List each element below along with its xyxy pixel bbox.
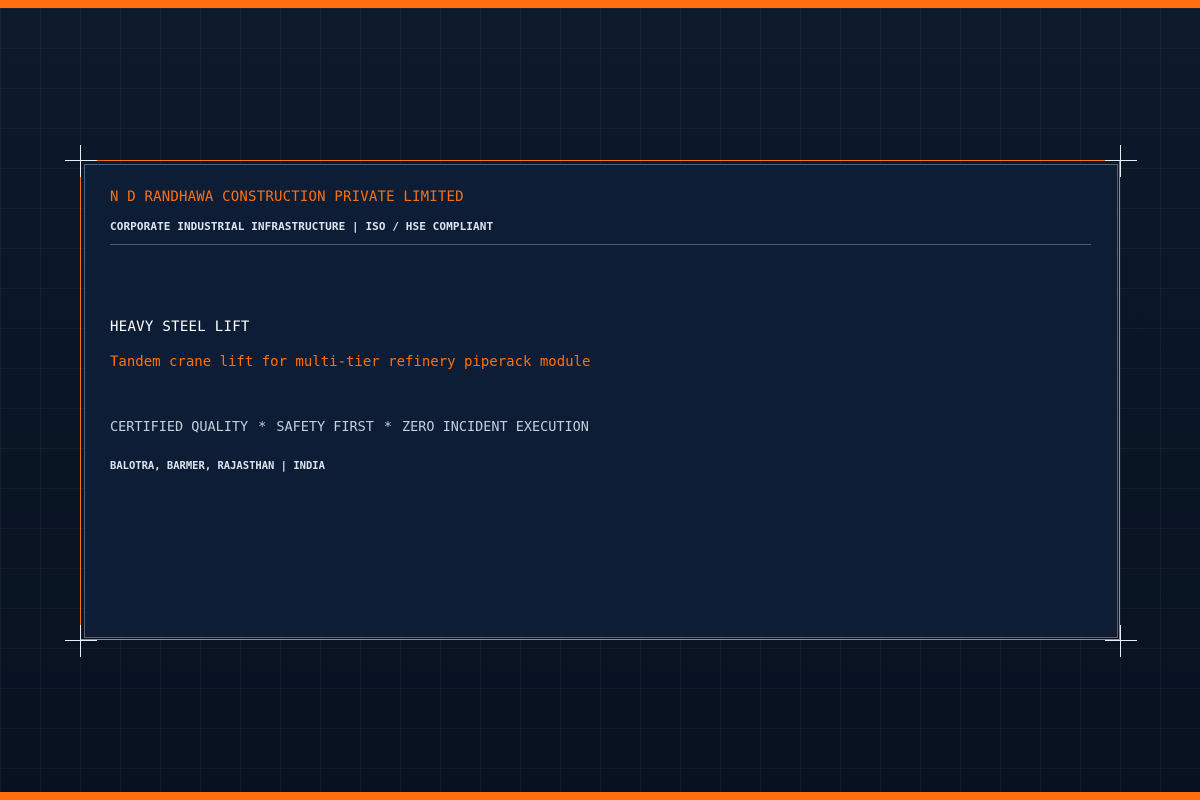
corner-crosshair-top-right xyxy=(1105,145,1137,177)
content-panel xyxy=(84,164,1118,638)
values-line: CERTIFIED QUALITY * SAFETY FIRST * ZERO INCI… xyxy=(110,419,589,435)
project-title: HEAVY STEEL LIFT xyxy=(110,319,250,335)
corner-crosshair-top-left xyxy=(65,145,97,177)
header-divider xyxy=(110,244,1091,245)
company-name: N D RANDHAWA CONSTRUCTION PRIVATE LIMITE… xyxy=(110,189,464,205)
company-tagline: CORPORATE INDUSTRIAL INFRASTRUCTURE | IS… xyxy=(110,220,494,233)
project-subtitle: Tandem crane lift for multi-tier refiner… xyxy=(110,354,591,370)
value-safety-first: SAFETY FIRST xyxy=(276,419,374,435)
value-separator: * xyxy=(258,419,267,435)
corner-crosshair-bottom-left xyxy=(65,625,97,657)
location-line: BALOTRA, BARMER, RAJASTHAN | INDIA xyxy=(110,460,325,472)
value-separator: * xyxy=(383,419,392,435)
value-zero-incident: ZERO INCIDENT EXECUTION xyxy=(402,419,589,435)
corner-crosshair-bottom-right xyxy=(1105,625,1137,657)
value-certified-quality: CERTIFIED QUALITY xyxy=(110,419,249,435)
bottom-accent-bar xyxy=(0,792,1200,800)
top-accent-bar xyxy=(0,0,1200,8)
